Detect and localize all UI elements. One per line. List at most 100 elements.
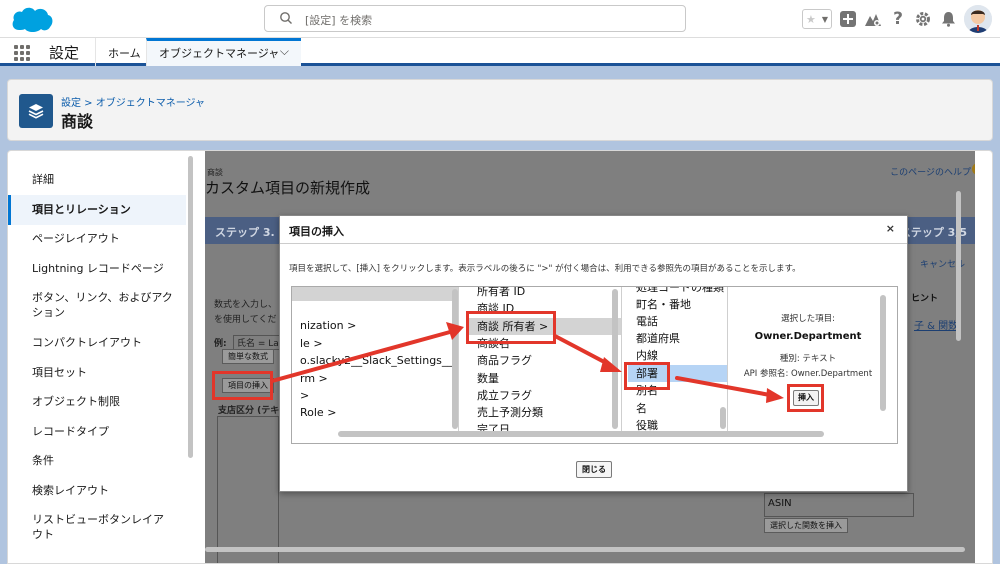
sidebar-item-buttons-links-actions[interactable]: ボタン、リンク、およびアクション bbox=[8, 290, 186, 320]
gear-icon[interactable] bbox=[914, 10, 932, 28]
picker-column-1: nization > le > o.slacky2__Slack_Setting… bbox=[292, 287, 459, 435]
tab-object-manager[interactable]: オブジェクトマネージャ ⌵ bbox=[146, 38, 301, 66]
picker-horizontal-scrollbar[interactable] bbox=[338, 431, 824, 437]
bell-icon[interactable] bbox=[939, 10, 957, 28]
functions-list[interactable]: ASIN bbox=[764, 493, 914, 517]
help-icon[interactable]: ? bbox=[972, 163, 975, 175]
list-item[interactable]: nization > bbox=[292, 317, 356, 334]
field-type: 種別: テキスト bbox=[779, 354, 837, 364]
layers-icon bbox=[19, 94, 53, 128]
example-value: 氏名 = La bbox=[233, 335, 283, 350]
content-scrollbar[interactable] bbox=[956, 191, 961, 341]
list-item[interactable]: 名 bbox=[628, 400, 647, 417]
sidebar-item-record-types[interactable]: レコードタイプ bbox=[8, 424, 186, 439]
sidebar-item-label: 詳細 bbox=[32, 173, 54, 186]
content-horizontal-scrollbar[interactable] bbox=[205, 547, 965, 552]
column-2-scrollbar[interactable] bbox=[612, 289, 618, 429]
api-name: API 参照名: Owner.Department bbox=[743, 369, 873, 379]
tab-home[interactable]: ホーム bbox=[95, 38, 153, 66]
global-search[interactable]: [設定] を検索 bbox=[264, 5, 686, 32]
list-item[interactable]: o.slacky2__Slack_Settings__c > bbox=[292, 352, 458, 369]
sidebar-item-conditions[interactable]: 条件 bbox=[8, 453, 186, 468]
simple-formula-tab[interactable]: 簡単な数式 bbox=[222, 349, 274, 364]
functions-link[interactable]: 子 & 関数 bbox=[914, 317, 958, 332]
list-item[interactable] bbox=[292, 287, 458, 301]
tab-label: ホーム bbox=[108, 47, 141, 60]
selected-field-detail: 選択した項目: Owner.Department 種別: テキスト API 参照… bbox=[738, 287, 878, 435]
insert-button[interactable]: 挿入 bbox=[793, 390, 819, 406]
dialog-header: 項目の挿入 × bbox=[280, 216, 907, 244]
sidebar-item-list-view-button-layout[interactable]: リストビューボタンレイアウト bbox=[8, 512, 186, 542]
sidebar-item-label: 項目セット bbox=[32, 366, 87, 379]
sidebar-item-page-layouts[interactable]: ページレイアウト bbox=[8, 231, 186, 246]
global-header: [設定] を検索 ★ ▼ ? bbox=[0, 0, 1000, 38]
insert-selected-function-button[interactable]: 選択した関数を挿入 bbox=[764, 518, 848, 533]
avatar[interactable] bbox=[964, 5, 992, 33]
list-item[interactable]: 都道府県 bbox=[628, 330, 680, 347]
page-heading: カスタム項目の新規作成 bbox=[205, 179, 371, 197]
detail-scrollbar[interactable] bbox=[880, 295, 886, 411]
step-label: ステップ 3. bbox=[215, 226, 275, 239]
list-item[interactable]: 内線 bbox=[628, 347, 658, 364]
close-icon[interactable]: × bbox=[886, 222, 895, 235]
sidebar: 詳細 項目とリレーション ページレイアウト Lightning レコードページ … bbox=[8, 151, 186, 563]
salesforce-logo[interactable] bbox=[10, 4, 54, 34]
column-3-scrollbar[interactable] bbox=[720, 407, 726, 429]
picker-column-3: 処理コードの種類 町名・番地 電話 都道府県 内線 部署 別名 名 役職 bbox=[628, 287, 728, 435]
list-item[interactable]: 別名 bbox=[628, 382, 658, 399]
field-label: 支店区分 (テキ bbox=[218, 406, 280, 416]
selected-field-name: Owner.Department bbox=[754, 331, 862, 342]
list-item[interactable]: 商談名 bbox=[469, 335, 510, 352]
list-item[interactable]: rm > bbox=[292, 370, 328, 387]
formula-editor[interactable] bbox=[217, 416, 279, 563]
sidebar-item-label: 項目とリレーション bbox=[32, 203, 131, 216]
list-item[interactable]: > bbox=[292, 387, 309, 404]
sidebar-item-label: ページレイアウト bbox=[32, 232, 120, 245]
trailhead-icon[interactable] bbox=[864, 10, 882, 28]
search-placeholder: [設定] を検索 bbox=[305, 14, 373, 27]
sidebar-item-label: レコードタイプ bbox=[32, 425, 109, 438]
sidebar-item-field-sets[interactable]: 項目セット bbox=[8, 365, 186, 380]
list-item[interactable]: Role > bbox=[292, 404, 336, 421]
insert-field-button[interactable]: 項目の挿入 bbox=[222, 378, 274, 393]
chevron-down-icon: ▼ bbox=[821, 14, 828, 24]
header-utilities: ★ ▼ ? bbox=[802, 5, 992, 33]
help-link[interactable]: このページのヘルプ bbox=[890, 165, 971, 178]
sidebar-item-search-layouts[interactable]: 検索レイアウト bbox=[8, 483, 186, 498]
list-item[interactable]: 数量 bbox=[469, 370, 499, 387]
function-option[interactable]: ASIN bbox=[768, 498, 792, 509]
list-item-selected[interactable]: 商談 所有者 > bbox=[469, 318, 621, 335]
global-actions-icon[interactable] bbox=[839, 10, 857, 28]
field-picker: nization > le > o.slacky2__Slack_Setting… bbox=[291, 286, 898, 444]
sidebar-item-object-limits[interactable]: オブジェクト制限 bbox=[8, 394, 186, 409]
close-button[interactable]: 閉じる bbox=[576, 461, 612, 478]
list-item[interactable]: 商談 ID bbox=[469, 300, 514, 317]
sidebar-item-lightning-pages[interactable]: Lightning レコードページ bbox=[8, 261, 186, 276]
list-item[interactable]: 成立フラグ bbox=[469, 387, 532, 404]
list-item[interactable]: le > bbox=[292, 335, 323, 352]
picker-column-2: 所有者 ID 商談 ID 商談 所有者 > 商談名 商品フラグ 数量 成立フラグ… bbox=[469, 287, 622, 435]
list-item[interactable]: 電話 bbox=[628, 313, 658, 330]
list-item[interactable]: 処理コードの種類 bbox=[628, 287, 724, 296]
page-title: 商談 bbox=[61, 112, 94, 131]
help-icon[interactable]: ? bbox=[889, 9, 907, 29]
app-launcher-icon[interactable] bbox=[14, 45, 30, 61]
favorites-button[interactable]: ★ ▼ bbox=[802, 9, 832, 29]
sidebar-item-label: リストビューボタンレイアウト bbox=[32, 513, 164, 541]
list-item[interactable]: 売上予測分類 bbox=[469, 404, 543, 421]
list-item[interactable]: 町名・番地 bbox=[628, 296, 691, 313]
chevron-down-icon[interactable]: ⌵ bbox=[280, 44, 289, 59]
list-item[interactable]: 所有者 ID bbox=[469, 287, 525, 300]
example-label: 例: bbox=[214, 339, 227, 349]
column-1-scrollbar[interactable] bbox=[452, 289, 458, 429]
list-item[interactable]: 商品フラグ bbox=[469, 352, 532, 369]
dialog-instructions: 項目を選択して、[挿入] をクリックします。表示ラベルの後ろに ">" が付く場… bbox=[289, 264, 801, 274]
tips-header: ヒント bbox=[911, 294, 939, 304]
list-item-selected[interactable]: 部署 bbox=[628, 365, 727, 382]
sidebar-item-details[interactable]: 詳細 bbox=[8, 172, 186, 187]
sidebar-item-fields[interactable]: 項目とリレーション bbox=[8, 195, 186, 225]
sidebar-scrollbar[interactable] bbox=[188, 156, 193, 458]
sidebar-item-compact-layouts[interactable]: コンパクトレイアウト bbox=[8, 335, 186, 350]
sidebar-item-label: コンパクトレイアウト bbox=[32, 336, 142, 349]
breadcrumb[interactable]: 設定 > オブジェクトマネージャ bbox=[61, 94, 205, 109]
